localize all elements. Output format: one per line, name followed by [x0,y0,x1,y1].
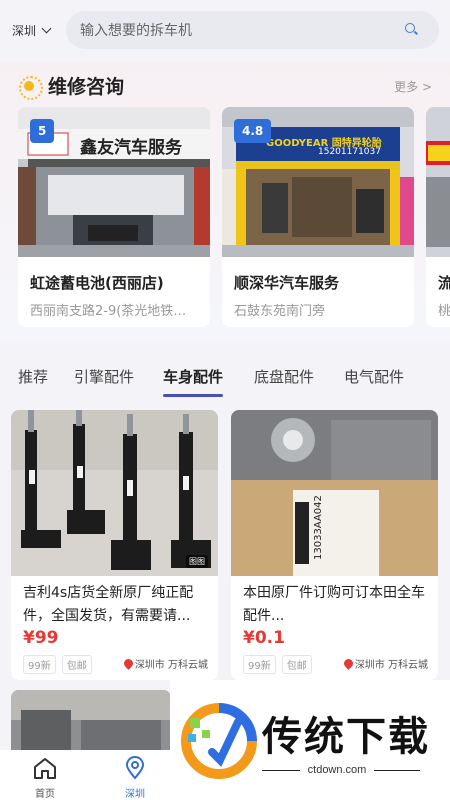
product-tags: 99新 包邮 [243,655,312,674]
product-location: 深圳市 万科云城 [341,656,428,671]
repair-section: 维修咨询 更多 > 鑫友汽车服务 5 虹途蓄电池(西丽店) 西丽南支路2-9(茶… [0,62,450,340]
condition-tag: 99新 [23,655,56,674]
tab-body-parts-label: 车身配件 [163,368,224,386]
shipping-tag: 包邮 [281,655,312,674]
location-pin-icon [121,657,135,670]
shop-card[interactable]: 鑫友汽车服务 5 虹途蓄电池(西丽店) 西丽南支路2-9(茶光地铁… [18,107,210,327]
image-badge: 图图 [186,555,208,568]
section-title: 维修咨询 [18,72,125,100]
product-title: 本田原厂件订购可订本田全车配件... [243,585,425,624]
product-location: 深圳市 万科云城 [121,656,208,671]
tab-body-parts[interactable]: 车身配件 [163,366,224,397]
city-label: 深圳 [12,24,37,38]
shop-photo [426,107,450,257]
nav-location-label: 深圳 [125,789,145,800]
section-title-text: 维修咨询 [48,76,125,98]
shop-name: 流 [438,274,450,292]
divider [374,770,420,771]
rating-badge: 5 [30,119,55,143]
product-price: ¥0.1 [243,628,285,648]
nav-home[interactable]: 首页 [15,756,75,800]
watermark: 传统下载 ctdown.com [170,680,450,800]
chevron-down-icon [41,23,52,34]
product-price: ¥99 [23,628,59,648]
product-card[interactable]: 图图 吉利4s店货全新原厂纯正配件，全国发货，有需要请... ¥99 99新 包… [11,410,218,680]
condition-tag: 99新 [243,655,276,674]
nav-home-label: 首页 [35,789,55,800]
shop-address: 石鼓东苑南门旁 [234,304,326,319]
shop-name: 顺深华汽车服务 [234,274,340,292]
box-label: 13033AA042 [313,495,324,560]
search-placeholder: 输入想要的拆车机 [80,23,192,39]
shop-photo: GOODYEAR 固特异轮胎 15201171037 4.8 [222,107,414,257]
tab-chassis-parts[interactable]: 底盘配件 [254,366,314,387]
shop-photo: 鑫友汽车服务 5 [18,107,210,257]
watermark-text: 传统下载 [262,714,430,760]
search-icon[interactable] [405,23,415,33]
active-tab-indicator [163,394,224,397]
location-text: 深圳市 万科云城 [354,660,428,671]
tab-electrical-parts[interactable]: 电气配件 [344,366,404,387]
city-selector[interactable]: 深圳 [12,22,52,39]
tab-recommend[interactable]: 推荐 [18,366,48,387]
shop-carousel[interactable]: 鑫友汽车服务 5 虹途蓄电池(西丽店) 西丽南支路2-9(茶光地铁… GOODY… [18,107,450,327]
location-icon [125,756,145,780]
shop-address: 桃 [438,304,450,319]
nav-location[interactable]: 深圳 [105,756,165,800]
location-text: 深圳市 万科云城 [134,660,208,671]
shipping-tag: 包邮 [61,655,92,674]
bottom-nav: 首页 深圳 [0,750,180,800]
shop-card[interactable]: GOODYEAR 固特异轮胎 15201171037 4.8 顺深华汽车服务 石… [222,107,414,327]
home-icon [34,758,56,779]
sun-icon [18,75,43,100]
product-title: 吉利4s店货全新原厂纯正配件，全国发货，有需要请... [23,585,194,624]
product-image: 13033AA042 [231,410,438,576]
product-card[interactable]: 13033AA042 本田原厂件订购可订本田全车配件... ¥0.1 99新 包… [231,410,438,680]
watermark-logo-icon [181,703,257,779]
shop-phone: 15201171037 [318,147,381,157]
search-input[interactable]: 输入想要的拆车机 [66,11,439,49]
shop-address: 西丽南支路2-9(茶光地铁… [30,304,187,319]
top-header: 深圳 输入想要的拆车机 [0,0,450,62]
category-tabs: 推荐 引擎配件 车身配件 底盘配件 电气配件 [0,346,450,400]
tab-engine-parts[interactable]: 引擎配件 [74,366,134,387]
shop-sign: 鑫友汽车服务 [80,138,182,158]
shop-card[interactable]: 流 桃 [426,107,450,327]
rating-badge: 4.8 [234,119,272,143]
shop-name: 虹途蓄电池(西丽店) [30,274,164,292]
product-image: 图图 [11,410,218,576]
more-link[interactable]: 更多 > [394,78,432,95]
location-pin-icon [341,657,355,670]
product-tags: 99新 包邮 [23,655,92,674]
